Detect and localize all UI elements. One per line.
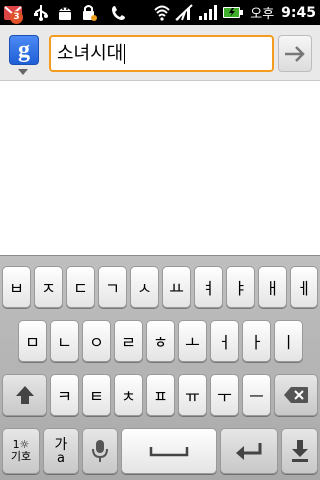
key-row3-3[interactable]: ㅊ xyxy=(114,374,143,416)
symbols-key[interactable]: 1☼ 기호 xyxy=(2,428,40,474)
voice-input-key[interactable] xyxy=(82,428,118,474)
search-input[interactable]: 소녀시대 xyxy=(49,35,274,72)
microphone-icon xyxy=(92,440,108,462)
key-row1-6[interactable]: ㅛ xyxy=(162,266,191,308)
backspace-key[interactable] xyxy=(274,374,318,416)
missed-call-icon xyxy=(110,4,126,21)
status-ampm: 오후 xyxy=(250,7,275,22)
key-row2-8[interactable]: ㅏ xyxy=(242,320,271,362)
language-switch-key[interactable]: 가 a xyxy=(43,428,79,474)
wifi-icon xyxy=(154,4,170,21)
no-signal-icon xyxy=(174,4,194,21)
enter-arrow-icon xyxy=(236,443,262,460)
gmail-notification-icon[interactable]: 3 xyxy=(4,4,26,24)
sim-lock-icon xyxy=(80,4,98,21)
suggestions-area xyxy=(0,82,320,255)
android-debug-icon xyxy=(56,4,74,21)
key-row3-2[interactable]: ㅌ xyxy=(82,374,111,416)
hide-keyboard-key[interactable] xyxy=(281,428,318,474)
symbols-key-bottom: 기호 xyxy=(10,450,32,463)
arrow-right-icon xyxy=(285,45,305,62)
key-row1-9[interactable]: ㅐ xyxy=(258,266,287,308)
key-row1-1[interactable]: ㅂ xyxy=(2,266,31,308)
key-row2-5[interactable]: ㅎ xyxy=(146,320,175,362)
key-row1-5[interactable]: ㅅ xyxy=(130,266,159,308)
enter-key[interactable] xyxy=(220,428,278,474)
search-bar: g 소녀시대 xyxy=(0,25,320,81)
key-row2-7[interactable]: ㅓ xyxy=(210,320,239,362)
key-row1-8[interactable]: ㅑ xyxy=(226,266,255,308)
space-key[interactable] xyxy=(121,428,217,474)
shift-arrow-icon xyxy=(15,386,34,404)
key-row3-7[interactable]: ㅡ xyxy=(242,374,271,416)
battery-charging-icon xyxy=(222,4,244,21)
key-row3-4[interactable]: ㅍ xyxy=(146,374,175,416)
google-icon[interactable]: g xyxy=(9,35,39,65)
key-row2-2[interactable]: ㄴ xyxy=(50,320,79,362)
signal-icon xyxy=(198,4,218,21)
text-cursor xyxy=(124,43,126,64)
chevron-down-icon[interactable] xyxy=(18,69,28,75)
language-key-bottom: a xyxy=(57,451,65,466)
usb-icon xyxy=(32,4,50,21)
soft-keyboard: ㅂ ㅈ ㄷ ㄱ ㅅ ㅛ ㅕ ㅑ ㅐ ㅔ ㅁ ㄴ ㅇ ㄹ ㅎ ㅗ ㅓ ㅏ ㅣ ㅋ … xyxy=(0,255,320,480)
key-row2-6[interactable]: ㅗ xyxy=(178,320,207,362)
hide-keyboard-icon xyxy=(291,440,308,462)
key-row3-5[interactable]: ㅠ xyxy=(178,374,207,416)
key-row1-10[interactable]: ㅔ xyxy=(290,266,318,308)
notification-count-badge: 3 xyxy=(10,11,23,24)
key-row2-9[interactable]: ㅣ xyxy=(274,320,303,362)
status-bar: 3 오후 9:45 xyxy=(0,0,320,25)
key-row3-1[interactable]: ㅋ xyxy=(50,374,79,416)
key-row1-7[interactable]: ㅕ xyxy=(194,266,223,308)
status-clock: 9:45 xyxy=(281,4,316,21)
key-row3-6[interactable]: ㅜ xyxy=(210,374,239,416)
key-row2-3[interactable]: ㅇ xyxy=(82,320,111,362)
key-row2-1[interactable]: ㅁ xyxy=(18,320,47,362)
search-query-text: 소녀시대 xyxy=(57,43,124,64)
shift-key[interactable] xyxy=(2,374,47,416)
key-row1-4[interactable]: ㄱ xyxy=(98,266,127,308)
key-row1-2[interactable]: ㅈ xyxy=(34,266,63,308)
search-submit-button[interactable] xyxy=(278,35,312,72)
space-bar-icon xyxy=(149,447,189,457)
key-row2-4[interactable]: ㄹ xyxy=(114,320,143,362)
backspace-icon xyxy=(284,387,308,403)
key-row1-3[interactable]: ㄷ xyxy=(66,266,95,308)
